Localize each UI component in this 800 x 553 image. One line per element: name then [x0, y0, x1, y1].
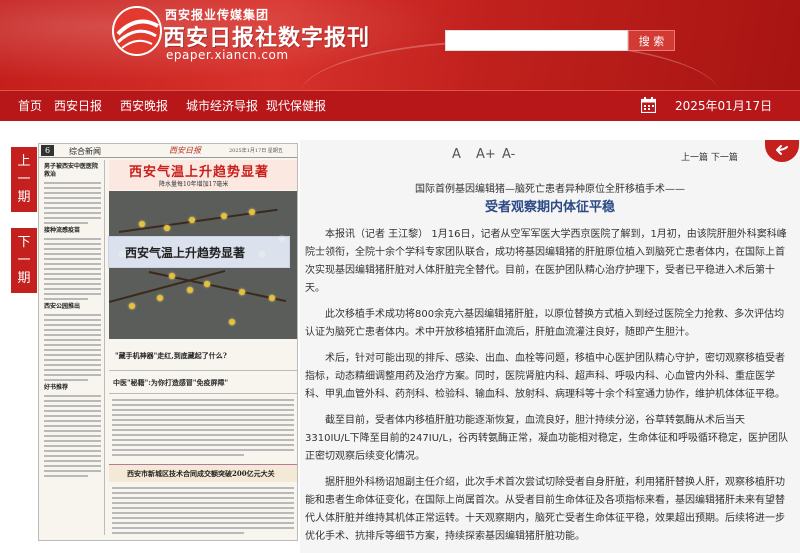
site-url: epaper.xiancn.com — [166, 48, 289, 62]
article-kicker: 国际首例基因编辑猪—脑死亡患者异种原位全肝移植手术—— — [415, 184, 685, 195]
bottom-story-banner[interactable]: 西安市新城区技术合同成交额突破200亿元大关 — [109, 464, 297, 482]
page-left-column: 男子被西安中医医院救治 接种流感疫苗 西安公园推出 好书推荐 — [41, 160, 105, 535]
article-title: 受者观察期内体征平稳 — [484, 200, 615, 215]
article-paragraph-5: 据肝胆外科杨诏旭副主任介绍，此次手术首次尝试切除受者自身肝脏，利用猪肝替换人肝，… — [305, 477, 785, 542]
search-input[interactable] — [445, 30, 628, 51]
article-pager[interactable]: 上一篇 下一篇 — [681, 150, 738, 163]
bottom-story-body — [109, 484, 297, 539]
return-arrow-icon — [776, 145, 788, 155]
page-masthead: 西安日报 — [169, 146, 201, 155]
nav-item-modern-health[interactable]: 现代保健报 — [266, 97, 326, 114]
next-issue-button[interactable]: 下 一 期 — [11, 228, 37, 293]
next-issue-label-1: 下 — [17, 234, 31, 250]
next-issue-label-2: 一 — [17, 252, 31, 268]
left-headline-3[interactable]: 西安公园推出 — [44, 303, 101, 311]
nav-item-xian-daily[interactable]: 西安日报 — [54, 97, 102, 114]
left-headline-1[interactable]: 男子被西安中医医院救治 — [44, 163, 101, 179]
mid-story-1-headline: "藏手机神器"走红,到底藏起了什么? — [115, 351, 227, 360]
prev-issue-label-1: 上 — [17, 153, 31, 169]
bottom-story-headline: 西安市新城区技术合同成交额突破200亿元大关 — [127, 469, 275, 478]
left-headline-4[interactable]: 好书推荐 — [44, 384, 101, 392]
page-date: 2025年1月17日 星期五 — [229, 148, 283, 154]
prev-issue-label-3: 期 — [17, 189, 31, 205]
left-headline-2[interactable]: 接种流感疫苗 — [44, 227, 101, 235]
font-reset-button[interactable]: A — [452, 147, 461, 162]
nav-item-home[interactable]: 首页 — [18, 97, 42, 114]
article-paragraph-4: 截至目前，受者体内移植肝脏功能逐渐恢复，血流良好，胆汁持续分泌，谷草转氨酶从术后… — [305, 415, 788, 462]
article-paragraph-3: 术后，针对可能出现的排斥、感染、出血、血栓等问题，移植中心医护团队精心守护，密切… — [305, 353, 785, 400]
calendar-icon[interactable] — [641, 97, 656, 113]
page-section: 综合新闻 — [69, 147, 101, 156]
prev-issue-label-2: 一 — [17, 171, 31, 187]
search-button[interactable]: 搜 索 — [628, 30, 675, 51]
hover-headline-tooltip[interactable]: 西安气温上升趋势显著 — [108, 236, 290, 268]
font-increase-button[interactable]: A+ — [476, 147, 496, 162]
page-number: 6 — [41, 145, 54, 156]
mid-story-body — [109, 396, 297, 462]
mid-story-2[interactable]: 中医"秘籍":为你打造感冒"免疫屏障" — [109, 372, 297, 394]
lead-story-subhead: 降水量每10年增加17毫米 — [159, 181, 229, 188]
nav-item-xian-evening[interactable]: 西安晚报 — [120, 97, 168, 114]
next-issue-label-3: 期 — [17, 270, 31, 286]
mid-story-1[interactable]: "藏手机神器"走红,到底藏起了什么? — [109, 341, 297, 371]
newspaper-page-image[interactable]: 6 综合新闻 西安日报 2025年1月17日 星期五 男子被西安中医医院救治 接… — [38, 143, 298, 541]
nav-item-city-economy[interactable]: 城市经济导报 — [186, 97, 258, 114]
issue-date: 2025年01月17日 — [675, 99, 773, 113]
article-paragraph-2: 此次移植手术成功将800余克六基因编辑猪肝脏，以原位替换方式植入到经过医院全力抢… — [305, 309, 785, 338]
font-decrease-button[interactable]: A- — [502, 147, 515, 162]
article-paragraph-1: 本报讯（记者 王江黎） 1月16日，记者从空军军医大学西京医院了解到，1月初，由… — [305, 229, 787, 294]
logo-icon[interactable] — [110, 4, 164, 58]
mid-story-2-headline: 中医"秘籍":为你打造感冒"免疫屏障" — [113, 378, 229, 387]
page-header-strip: 6 综合新闻 西安日报 2025年1月17日 星期五 — [39, 144, 297, 158]
lead-story-headline[interactable]: 西安气温上升趋势显著 — [129, 161, 269, 180]
prev-issue-button[interactable]: 上 一 期 — [11, 147, 37, 212]
